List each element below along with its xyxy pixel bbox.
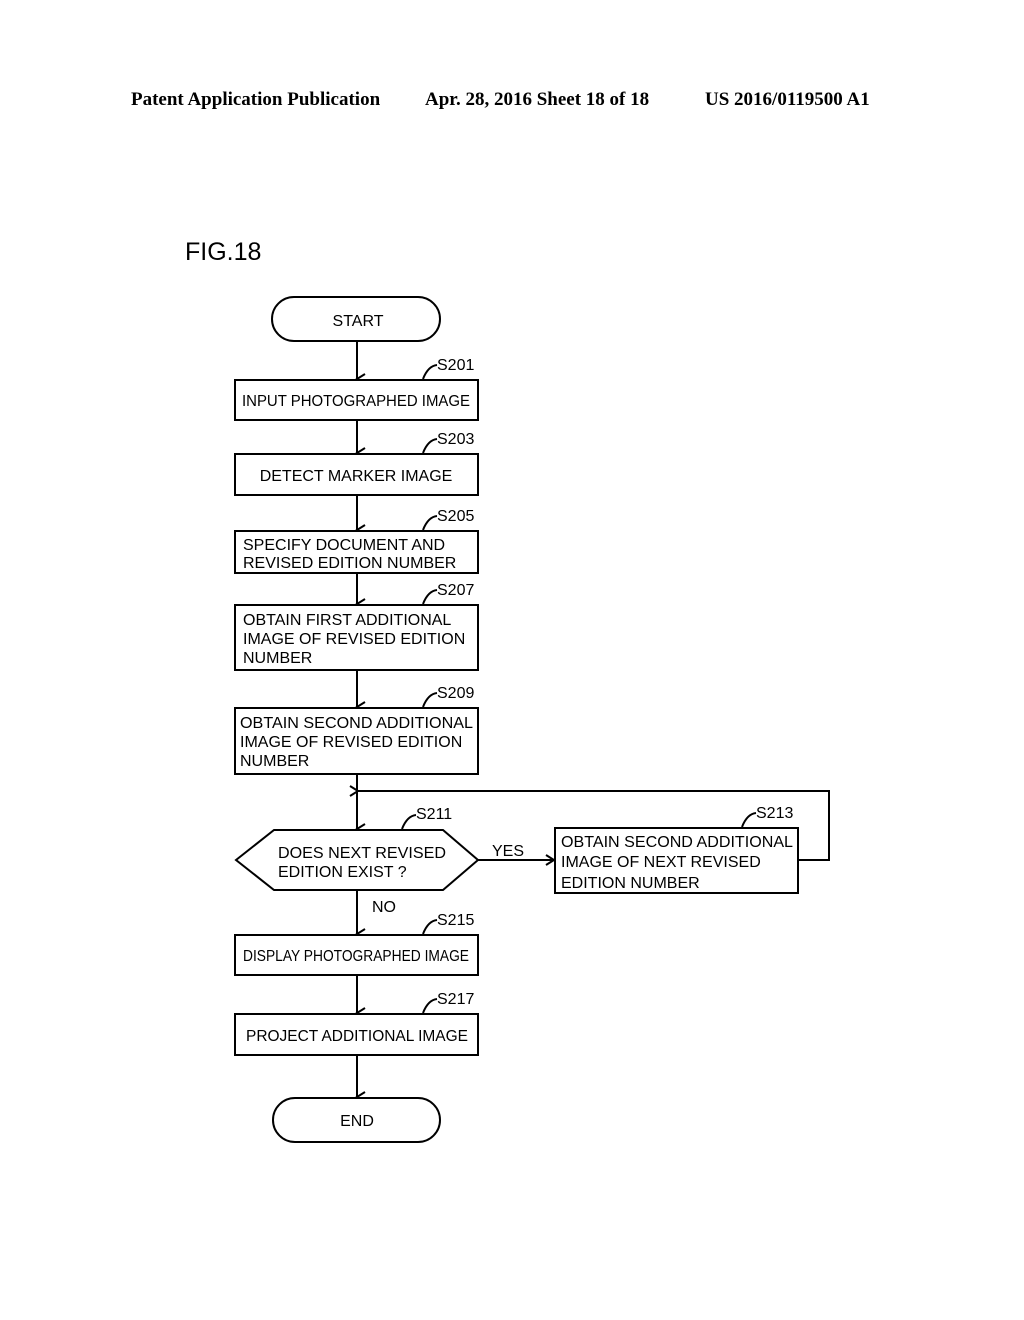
start-terminal: START [271, 296, 441, 342]
step-text: NUMBER [243, 650, 312, 667]
step-text: NUMBER [240, 753, 309, 770]
step-leader [422, 515, 438, 531]
flowchart: START INPUT PHOTOGRAPHED IMAGE S201 DETE… [234, 296, 830, 1143]
step-id: S209 [437, 685, 474, 702]
step-id: S207 [437, 582, 474, 599]
step-leader [741, 812, 757, 828]
step-id: S203 [437, 431, 474, 448]
step-text: SPECIFY DOCUMENT AND [243, 537, 445, 554]
yes-label: YES [492, 843, 524, 860]
step-leader [422, 998, 438, 1014]
step-text: OBTAIN SECOND ADDITIONAL [240, 715, 473, 732]
no-label: NO [372, 899, 396, 916]
step-text: INPUT PHOTOGRAPHED IMAGE [242, 393, 470, 410]
step-leader [422, 589, 438, 605]
step-text: OBTAIN FIRST ADDITIONAL [243, 612, 451, 629]
step-text: IMAGE OF REVISED EDITION [243, 631, 465, 648]
decision-leader [401, 814, 417, 830]
step-id: S205 [437, 508, 474, 525]
step-text: EDITION NUMBER [561, 875, 700, 892]
step-text: DETECT MARKER IMAGE [260, 468, 453, 485]
step-id: S215 [437, 912, 474, 929]
decision-id: S211 [416, 806, 452, 823]
decision-text: DOES NEXT REVISED [278, 845, 446, 862]
step-text: REVISED EDITION NUMBER [243, 555, 456, 572]
step-leader [422, 919, 438, 935]
step-leader [422, 438, 438, 454]
step-leader [422, 692, 438, 708]
step-text: OBTAIN SECOND ADDITIONAL [561, 834, 793, 851]
start-label: START [333, 313, 384, 330]
end-label: END [340, 1113, 374, 1130]
step-text: IMAGE OF REVISED EDITION [240, 734, 462, 751]
step-leader [422, 364, 438, 380]
step-text: PROJECT ADDITIONAL IMAGE [246, 1028, 468, 1045]
step-id: S201 [437, 357, 474, 374]
step-s213: OBTAIN SECOND ADDITIONAL IMAGE OF NEXT R… [554, 805, 799, 894]
step-id: S213 [756, 805, 793, 822]
step-text: IMAGE OF NEXT REVISED [561, 854, 761, 871]
step-id: S217 [437, 991, 474, 1008]
end-terminal: END [272, 1097, 441, 1143]
decision-text: EDITION EXIST ? [278, 864, 407, 881]
step-text: DISPLAY PHOTOGRAPHED IMAGE [243, 948, 469, 965]
